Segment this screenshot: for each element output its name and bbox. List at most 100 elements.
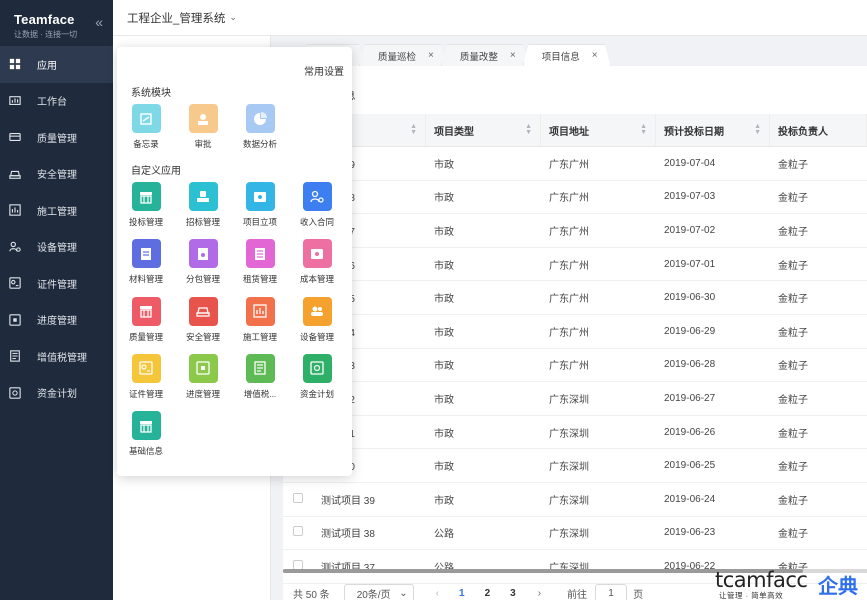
tab-project-info[interactable]: 项目信息 × <box>523 44 611 66</box>
row-checkbox[interactable] <box>293 526 303 537</box>
list-icon <box>245 239 275 269</box>
brand-slogan: 让数据 · 连接一切 <box>14 30 78 39</box>
sidebar-item[interactable]: 安全管理 <box>0 156 113 193</box>
bid-owner-cell: 金粒子 <box>778 428 808 440</box>
app-launcher-item[interactable]: 投标管理 <box>118 182 174 228</box>
column-header[interactable]: 项目地址 ▲ ▼ <box>541 114 656 146</box>
page-number[interactable]: 2 <box>485 588 491 599</box>
project-address-cell: 广东深圳 <box>549 394 589 406</box>
table-row[interactable]: 测试项目 38 公路 广东深圳 2019-06-23 金粒子 <box>283 517 867 551</box>
app-launcher-item[interactable]: 收入合同 <box>289 182 345 228</box>
page-size-select[interactable]: 20条/页 ⌄ <box>343 584 414 600</box>
table-row[interactable]: 项目 47市政广东广州2019-07-02金粒子 <box>283 214 867 248</box>
app-launcher-item[interactable]: 租赁管理 <box>232 239 288 285</box>
table-row[interactable]: 项目 45市政广东广州2019-06-30金粒子 <box>283 281 867 315</box>
app-launcher-item[interactable]: 施工管理 <box>232 296 288 343</box>
app-label: 租赁管理 <box>242 274 277 285</box>
folder-icon <box>245 182 275 211</box>
goto-label: 前往 <box>567 589 588 600</box>
app-label: 成本管理 <box>299 274 334 285</box>
table-row[interactable]: 测试项目 39 市政 广东深圳 2019-06-24 金粒子 <box>283 483 867 517</box>
sort-icon[interactable]: ▲ ▼ <box>525 123 532 136</box>
app-label: 质量管理 <box>128 331 163 342</box>
app-launcher-item[interactable]: 基础信息 <box>118 411 174 457</box>
sidebar-item-label: 质量管理 <box>37 133 77 145</box>
sidebar-item[interactable]: 应用 <box>0 46 113 83</box>
page-number[interactable]: 3 <box>510 588 516 599</box>
sidebar-item[interactable]: 资金计划 <box>0 375 113 412</box>
bid-owner-cell: 金粒子 <box>778 193 808 205</box>
sort-icon[interactable]: ▲ ▼ <box>410 123 417 136</box>
id-card-icon <box>131 353 161 383</box>
next-page-icon[interactable]: › <box>538 588 541 599</box>
system-title[interactable]: 工程企业_管理系统 <box>127 10 225 26</box>
collapse-icon[interactable]: « <box>95 14 103 30</box>
project-address-cell: 广东深圳 <box>549 428 589 440</box>
memo-icon <box>131 104 161 133</box>
wallet-icon <box>302 239 332 269</box>
app-launcher-item[interactable]: 设备管理 <box>289 296 345 343</box>
page-size-value: 20条/页 <box>356 589 391 600</box>
close-icon[interactable]: × <box>428 50 434 61</box>
table-row[interactable]: 项目 49市政广东广州2019-07-04金粒子 <box>283 147 867 181</box>
page-number[interactable]: 1 <box>459 588 465 599</box>
app-launcher-item[interactable]: 成本管理 <box>289 239 345 285</box>
column-header[interactable]: 投标负责人 <box>770 114 867 146</box>
sidebar-item[interactable]: 证件管理 <box>0 265 113 302</box>
table-row[interactable]: 项目 46市政广东广州2019-07-01金粒子 <box>283 248 867 282</box>
app-launcher-item[interactable]: 分包管理 <box>175 239 231 285</box>
table-row[interactable]: 项目 44市政广东广州2019-06-29金粒子 <box>283 315 867 349</box>
app-launcher-item[interactable]: 增值税... <box>232 353 288 400</box>
bid-owner-cell: 金粒子 <box>778 495 808 507</box>
total-count: 共 50 条 <box>293 589 330 600</box>
sidebar-item[interactable]: 进度管理 <box>0 302 113 339</box>
project-type-cell: 市政 <box>434 361 454 373</box>
sort-icon[interactable]: ▲ ▼ <box>640 123 647 136</box>
app-launcher-item[interactable]: 资金计划 <box>289 353 345 400</box>
sidebar-item[interactable]: 工作台 <box>0 83 113 120</box>
column-header[interactable]: 预计投标日期 ▲ ▼ <box>656 114 770 146</box>
app-label: 招标管理 <box>185 217 220 227</box>
sidebar-item-label: 安全管理 <box>37 170 77 182</box>
goto-page-input[interactable]: 1 <box>595 584 628 600</box>
prev-page-icon[interactable]: ‹ <box>436 588 439 599</box>
app-launcher-item[interactable]: 备忘录 <box>118 104 174 150</box>
users-icon <box>302 296 332 326</box>
tab-quality-rectify[interactable]: 质量改整 × <box>441 44 529 66</box>
table-row[interactable]: 项目 42市政广东深圳2019-06-27金粒子 <box>283 382 867 416</box>
tab-quality-inspection[interactable]: 质量巡检 × <box>359 44 447 66</box>
column-header[interactable]: 项目类型 ▲ ▼ <box>426 114 541 146</box>
table-row[interactable]: 项目 40市政广东深圳2019-06-25金粒子 <box>283 449 867 483</box>
app-launcher-item[interactable]: 数据分析 <box>232 104 288 150</box>
sidebar-item[interactable]: 施工管理 <box>0 192 113 229</box>
app-launcher-item[interactable]: 证件管理 <box>118 353 174 400</box>
user-gear-icon <box>9 241 21 253</box>
app-launcher-item[interactable]: 材料管理 <box>118 239 174 285</box>
app-launcher-item[interactable]: 进度管理 <box>175 353 231 400</box>
bid-owner-cell: 金粒子 <box>778 159 808 171</box>
user-gear-icon <box>302 182 332 211</box>
chevron-down-icon[interactable]: ⌄ <box>229 12 237 23</box>
app-launcher-item[interactable]: 安全管理 <box>175 296 231 343</box>
table-row[interactable]: 项目 41市政广东深圳2019-06-26金粒子 <box>283 416 867 450</box>
approval-icon <box>188 104 218 133</box>
doc-gear-icon <box>188 239 218 269</box>
chevron-down-icon: ⌄ <box>399 587 408 599</box>
tab-label: 项目信息 <box>541 51 580 63</box>
sidebar-item[interactable]: 设备管理 <box>0 229 113 266</box>
table-row[interactable]: 项目 48市政广东广州2019-07-03金粒子 <box>283 181 867 215</box>
sidebar-item[interactable]: 增值税管理 <box>0 338 113 375</box>
project-type-cell: 市政 <box>434 428 454 440</box>
sidebar-item[interactable]: 质量管理 <box>0 119 113 156</box>
app-launcher-item[interactable]: 项目立项 <box>232 182 288 228</box>
app-launcher-item[interactable]: 质量管理 <box>118 296 174 343</box>
table-row[interactable]: 项目 43市政广东广州2019-06-28金粒子 <box>283 349 867 383</box>
close-icon[interactable]: × <box>592 50 598 61</box>
close-icon[interactable]: × <box>510 50 516 61</box>
app-launcher-item[interactable]: 审批 <box>175 104 231 150</box>
row-checkbox[interactable] <box>293 492 303 503</box>
sort-icon[interactable]: ▲ ▼ <box>754 123 761 136</box>
chart-icon <box>9 204 21 216</box>
app-launcher-item[interactable]: 招标管理 <box>175 182 231 228</box>
common-settings-link[interactable]: 常用设置 <box>304 63 344 78</box>
